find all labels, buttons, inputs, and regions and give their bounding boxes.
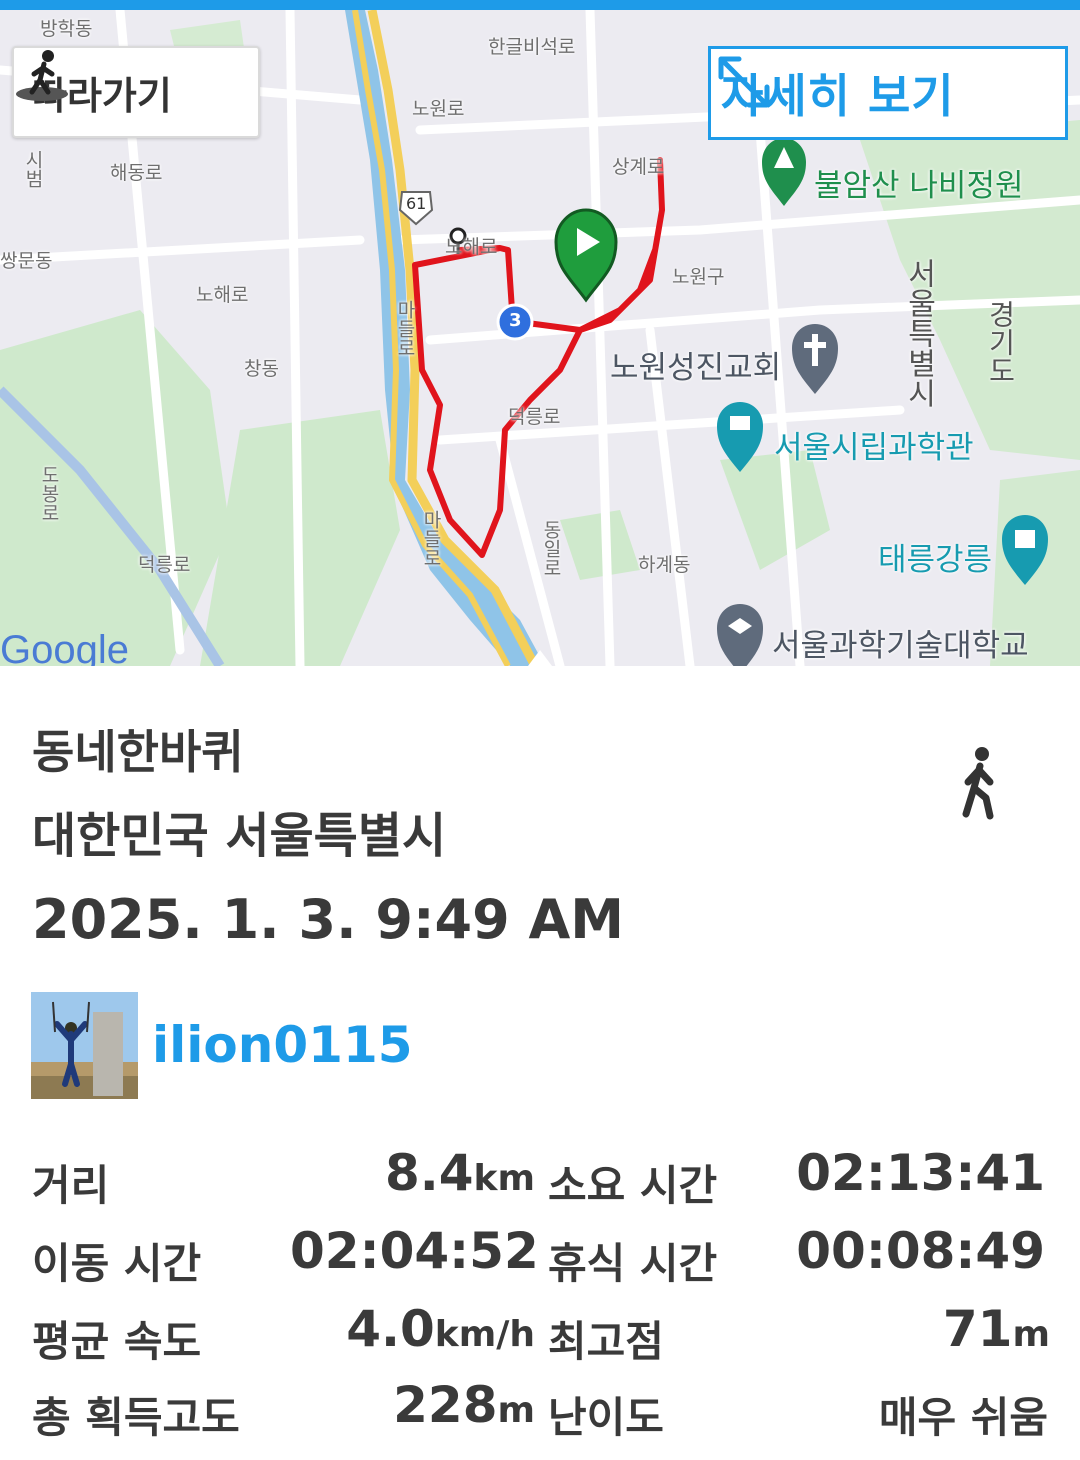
expand-arrows-icon [718,56,770,108]
rest-time-label: 휴식 시간 [548,1239,718,1288]
area-label-banghak-dong: 방학동 [40,18,93,40]
road-label-madeul-ro-b: 마들로 [420,510,442,567]
max-altitude-value: 71 [942,1300,1013,1358]
detail-view-button[interactable]: 자세히 보기 [708,46,1068,140]
route-61-shield-label: 61 [406,194,427,213]
max-altitude-label: 최고점 [548,1317,664,1366]
moving-time-value: 02:04:52 [290,1222,539,1280]
rest-time-value: 00:08:49 [796,1222,1045,1280]
top-accent-bar [0,0,1080,10]
road-label-deokneung-ro-b: 덕릉로 [138,554,191,576]
poi-taereung[interactable]: 태릉강릉 [878,534,992,579]
track-date: 2025. 1. 3. 9:49 AM [32,888,625,951]
distance-label: 거리 [32,1161,110,1210]
poi-science-museum[interactable]: 서울시립과학관 [774,422,974,467]
road-label-dongil-ro: 동일로 [540,520,562,577]
track-title: 동네한바퀴 [32,725,244,779]
elevation-gain-label: 총 획득고도 [32,1393,240,1442]
elevation-gain-stat: 228m [360,1376,535,1434]
poi-church[interactable]: 노원성진교회 [610,342,781,387]
difficulty-value: 매우 쉬움 [878,1393,1048,1442]
elevation-gain-unit: m [497,1390,535,1431]
poi-seoultech[interactable]: 서울과학기술대학교 [772,620,1029,665]
road-label-hangeulbiseok-ro: 한글비석로 [488,36,576,58]
road-label-nohae-ro-b: 노해로 [196,284,249,306]
road-label-deokneung-ro-a: 덕릉로 [508,406,561,428]
area-label-gyeonggi: 경기도 [984,300,1017,384]
waypoint-3-label: 3 [509,310,522,331]
total-time-value: 02:13:41 [796,1144,1045,1202]
area-label-ssangmun-dong: 쌍문동 [0,250,53,272]
distance-unit: km [473,1158,535,1199]
road-label-haedeung-ro: 해동로 [110,162,163,184]
difficulty-label: 난이도 [548,1393,664,1442]
hiker-photo-avatar [31,992,138,1099]
road-label-nowon-ro: 노원로 [412,98,465,120]
total-time-label: 소요 시간 [548,1161,718,1210]
walking-person-icon [962,747,994,820]
area-label-sibeom: 시범 [22,150,44,188]
avg-speed-unit: km/h [434,1314,535,1355]
track-region: 대한민국 서울특별시 [32,808,447,864]
area-label-seoul-city: 서울특별시 [901,258,936,408]
road-label-dobong-ro: 도봉로 [38,465,60,522]
moving-time-label: 이동 시간 [32,1239,202,1288]
max-altitude-unit: m [1012,1314,1050,1355]
walking-person-icon [16,50,68,101]
road-label-sanggye-ro: 상계로 [612,156,665,178]
distance-value: 8.4 [384,1144,474,1202]
avg-speed-value: 4.0 [346,1300,435,1358]
google-logo: Google [0,628,129,666]
follow-button[interactable]: 따라가기 [12,46,260,138]
max-altitude-stat: 71m [880,1300,1050,1358]
road-label-madeul-ro-a: 마들로 [394,300,416,357]
elevation-gain-value: 228 [393,1376,498,1434]
area-label-nowon-gu: 노원구 [672,266,725,288]
username-link[interactable]: ilion0115 [152,1016,413,1074]
avg-speed-stat: 4.0km/h [320,1300,535,1358]
area-label-hagye-dong: 하계동 [638,554,691,576]
distance-stat: 8.4km [380,1144,535,1202]
user-avatar[interactable] [31,992,138,1099]
avg-speed-label: 평균 속도 [32,1317,202,1366]
area-label-chang-dong: 창동 [244,358,279,380]
road-label-nohae-ro-a: 노해로 [445,236,498,258]
track-info-panel: 동네한바퀴 대한민국 서울특별시 2025. 1. 3. 9:49 AM ili… [0,666,1080,1460]
poi-butterfly-garden[interactable]: 불암산 나비정원 [814,160,1024,205]
route-map[interactable]: 한글비석로 노원로 해동로 노해로 노해로 덕릉로 덕릉로 마들로 마들로 상계… [0,10,1080,666]
